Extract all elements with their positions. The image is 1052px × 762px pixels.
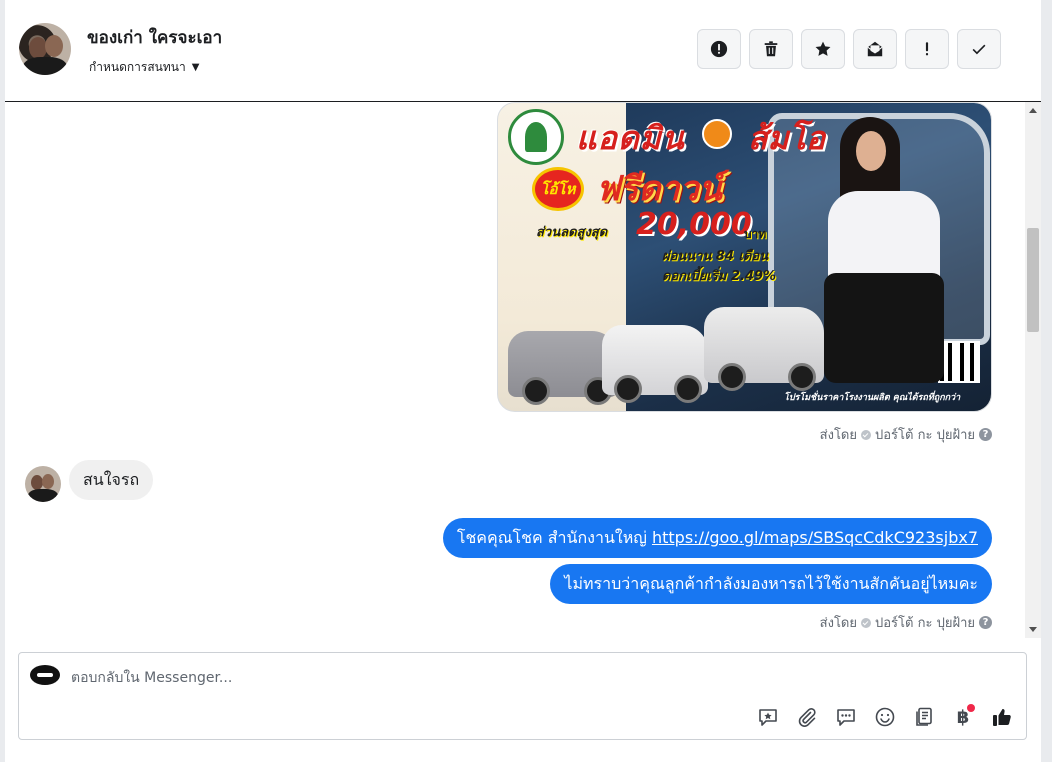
ad-burst-badge: โอ้โห [532,167,584,211]
conversation-toolbar [697,29,1001,69]
help-icon[interactable]: ? [979,616,992,629]
mark-unread-button[interactable] [853,29,897,69]
scroll-up-arrow-icon[interactable] [1029,108,1037,113]
star-icon [815,41,831,56]
spam-button[interactable] [697,29,741,69]
ad-installment: ผ่อนนาน 84 เดือน [662,249,769,264]
template-icon [916,707,932,726]
pickup-truck-image [602,325,708,403]
qr-code-icon [938,341,980,383]
chat-plugin-button[interactable] [832,705,860,729]
ad-title-name: ส้มโอ [748,119,826,157]
reply-input[interactable] [69,667,733,689]
delete-button[interactable] [749,29,793,69]
exclamation-circle-icon [710,40,728,58]
saved-reply-icon [759,709,777,726]
composer-toolbar: ฿ [754,704,1016,729]
ad-interest: ดอกเบี้ยเริ่ม 2.49% [662,269,777,284]
incoming-message-bubble[interactable]: สนใจรถ [69,460,154,500]
sent-by-info: ส่งโดย ปอร์โต้ กะ ปุยฝ้าย ? [820,612,992,633]
sent-by-label: ส่งโดย [819,616,857,631]
like-button[interactable] [988,705,1016,729]
outgoing-message-text: โชคคุณโชค สำนักงานใหญ่ [456,528,652,547]
template-button[interactable] [910,705,938,729]
trash-icon [764,41,778,57]
ad-currency: บาท [744,227,767,241]
assign-label: กำหนดการสนทนา [89,60,186,74]
chat-plugin-icon [837,709,855,726]
message-thread[interactable]: แอดมิน ส้มโอ โอ้โห ฟรีดาวน์ ส่วนลดสูงสุด… [5,102,1041,638]
exclamation-icon [925,42,929,56]
scroll-thumb[interactable] [1027,228,1039,332]
attachment-button[interactable] [793,705,821,729]
contact-avatar-small[interactable] [25,466,61,502]
contact-name[interactable]: ของเก่า ใครจะเอา [87,24,222,51]
notification-dot [967,704,975,712]
page-avatar [30,665,60,685]
sender-name: ปอร์โต้ กะ ปุยฝ้าย [875,428,975,443]
promo-image-attachment[interactable]: แอดมิน ส้มโอ โอ้โห ฟรีดาวน์ ส่วนลดสูงสุด… [497,102,992,412]
cargo-truck-image [704,307,824,391]
contact-avatar[interactable] [19,23,71,75]
check-icon [972,44,986,55]
outgoing-message-bubble[interactable]: โชคคุณโชค สำนักงานใหญ่ https://goo.gl/ma… [442,518,992,558]
ad-discount-label: ส่วนลดสูงสุด [536,225,608,240]
ad-footer-text: โปรโมชั่นราคาโรงงานผลิต คุณได้รถที่ถูกกว… [784,393,961,403]
sent-by-label: ส่งโดย [819,428,857,443]
star-button[interactable] [801,29,845,69]
ad-discount-value: 20,000 [636,207,752,242]
sent-by-info: ส่งโดย ปอร์โต้ กะ ปุยฝ้าย ? [820,424,992,445]
done-button[interactable] [957,29,1001,69]
help-icon[interactable]: ? [979,428,992,441]
promoter-face [856,131,886,171]
conversation-header: ของเก่า ใครจะเอา กำหนดการสนทนา ▼ [5,0,1041,102]
payment-button[interactable]: ฿ [949,704,977,729]
reply-composer: ฿ [18,652,1027,740]
envelope-icon [867,41,883,57]
orange-fruit-icon [702,119,732,149]
emoji-icon [875,707,895,727]
outgoing-message-bubble[interactable]: ไม่ทราบว่าคุณลูกค้ากำลังมองหารถไว้ใช้งาน… [550,564,992,604]
verified-check-icon [861,429,871,440]
follow-up-button[interactable] [905,29,949,69]
saved-reply-button[interactable] [754,705,782,729]
conversation-panel: ของเก่า ใครจะเอา กำหนดการสนทนา ▼ แอดมิน … [5,0,1041,762]
emoji-button[interactable] [871,705,899,729]
dealer-logo-icon [508,109,564,165]
maps-link[interactable]: https://goo.gl/maps/SBSqcCdkC923sjbx7 [652,528,978,547]
caret-down-icon: ▼ [191,62,200,73]
sender-name: ปอร์โต้ กะ ปุยฝ้าย [875,616,975,631]
scroll-down-arrow-icon[interactable] [1029,627,1037,632]
promoter-pants [824,273,944,383]
verified-check-icon [861,617,871,628]
ad-title-admin: แอดมิน [576,119,685,157]
like-icon [993,709,1011,726]
thread-scrollbar[interactable] [1025,102,1041,638]
attachment-icon [798,707,816,727]
assign-conversation-dropdown[interactable]: กำหนดการสนทนา ▼ [89,58,199,77]
